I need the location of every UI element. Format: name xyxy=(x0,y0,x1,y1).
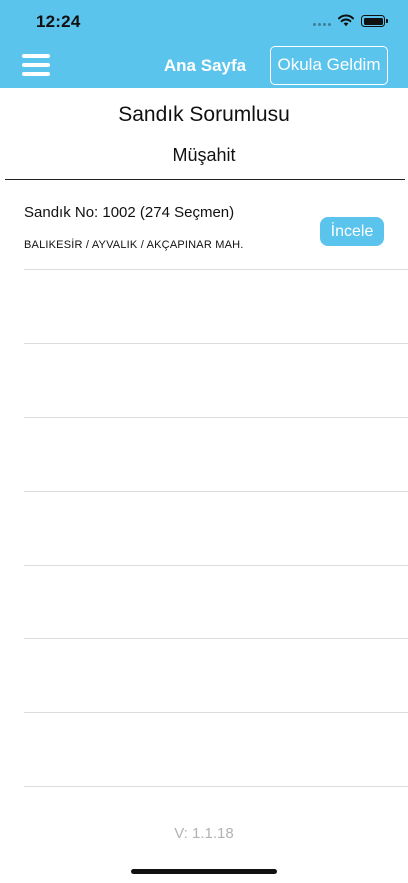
row-separator xyxy=(24,491,408,492)
status-time: 12:24 xyxy=(36,12,81,31)
header-bar: 12:24 Ana Sayfa Okula Geldim xyxy=(0,0,408,88)
row-separator xyxy=(24,417,408,418)
hamburger-menu-icon[interactable] xyxy=(22,54,50,76)
row-separator xyxy=(24,712,408,713)
inspect-button[interactable]: İncele xyxy=(320,217,384,246)
cellular-signal-icon xyxy=(313,18,333,26)
row-separator xyxy=(24,786,408,787)
ballot-box-row[interactable]: Sandık No: 1002 (274 Seçmen) BALIKESİR /… xyxy=(0,180,408,270)
row-separator xyxy=(24,343,408,344)
role-subtitle: Müşahit xyxy=(172,145,236,165)
main-screen: 12:24 Ana Sayfa Okula Geldim Sandık Soru… xyxy=(0,0,408,883)
role-title: Sandık Sorumlusu xyxy=(118,103,290,126)
row-separator xyxy=(24,269,408,270)
battery-icon xyxy=(361,15,388,27)
wifi-icon xyxy=(338,14,354,27)
ballot-box-title: Sandık No: 1002 (274 Seçmen) xyxy=(24,204,235,221)
row-separator xyxy=(24,565,408,566)
arrived-at-school-button[interactable]: Okula Geldim xyxy=(270,46,388,85)
ballot-box-location: BALIKESİR / AYVALIK / AKÇAPINAR MAH. xyxy=(24,239,244,251)
row-separator xyxy=(24,638,408,639)
app-version: V: 1.1.18 xyxy=(174,825,234,842)
home-indicator[interactable] xyxy=(131,869,277,874)
page-title: Ana Sayfa xyxy=(163,56,247,75)
